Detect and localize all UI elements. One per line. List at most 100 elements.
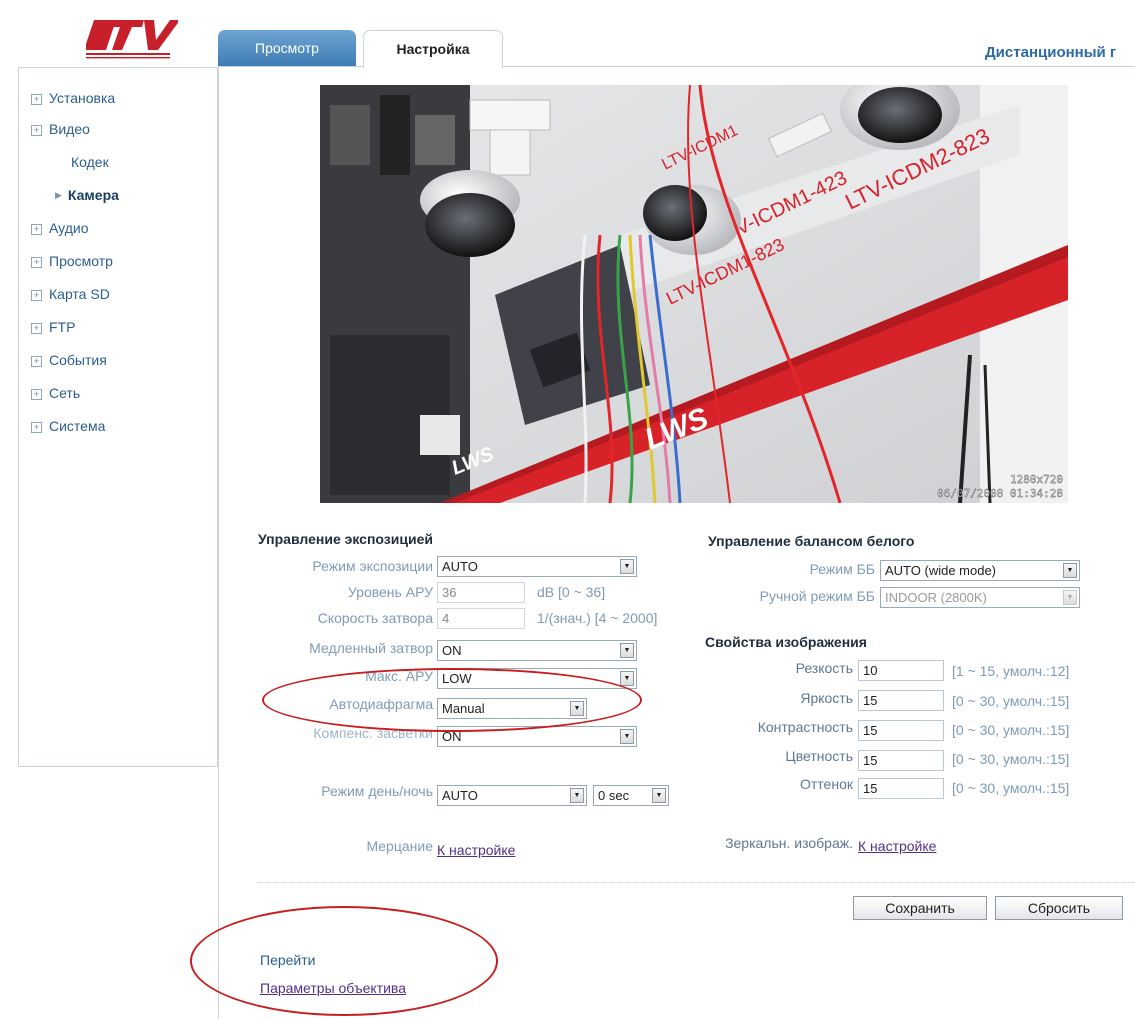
expand-icon: + [31, 94, 42, 105]
mirror-settings-link[interactable]: К настройке [858, 838, 936, 854]
flicker-label: Мерцание [366, 838, 433, 854]
select-value: AUTO (wide mode) [885, 563, 997, 578]
save-button[interactable]: Сохранить [853, 896, 987, 920]
saturation-hint: [0 ~ 30, умолч.:15] [952, 751, 1070, 767]
exposure-title: Управление экспозицией [258, 531, 433, 547]
sidebar-item-network[interactable]: + Сеть [31, 385, 80, 401]
shutter-speed-label: Скорость затвора [317, 610, 433, 626]
contrast-input[interactable]: 15 [858, 720, 944, 741]
slow-shutter-select[interactable]: ON ▼ [437, 640, 637, 661]
daynight-delay-select[interactable]: 0 sec ▼ [593, 785, 669, 806]
image-props-title: Свойства изображения [705, 634, 867, 650]
saturation-input[interactable]: 15 [858, 750, 944, 771]
sidebar-item-label: Установка [49, 90, 116, 106]
chevron-down-icon: ▼ [1063, 563, 1077, 578]
section-divider [256, 882, 1135, 883]
sidebar: + Установка + Видео Кодек ▶ Камера + Аудио +… [18, 67, 218, 767]
tab-nastroika[interactable]: Настройка [363, 30, 503, 69]
chevron-down-icon: ▼ [652, 788, 666, 803]
sidebar-item-system[interactable]: + Система [31, 418, 105, 434]
brightness-hint: [0 ~ 30, умолч.:15] [952, 693, 1070, 709]
hue-hint: [0 ~ 30, умолч.:15] [952, 780, 1070, 796]
saturation-label: Цветность [785, 748, 853, 764]
shutter-speed-input[interactable]: 4 [437, 608, 525, 629]
agc-level-hint: dB [0 ~ 36] [537, 584, 606, 600]
sidebar-item-sd-card[interactable]: + Карта SD [31, 286, 110, 302]
chevron-down-icon: ▼ [620, 729, 634, 744]
expand-icon: + [31, 257, 42, 268]
annotation-oval-lens [190, 906, 498, 1016]
chevron-down-icon: ▼ [570, 788, 584, 803]
exposure-mode-label: Режим экспозиции [312, 558, 433, 574]
camera-scene: LTV-ICDM1-423 LTV-ICDM2-823 LTV-ICDM1-82… [320, 85, 1068, 503]
chevron-down-icon: ▼ [1063, 590, 1077, 605]
sidebar-item-label: Видео [49, 121, 90, 137]
sidebar-item-label: Система [49, 418, 106, 434]
hue-label: Оттенок [800, 776, 853, 792]
daynight-label: Режим день/ночь [321, 783, 433, 799]
agc-level-label: Уровень АРУ [347, 584, 433, 600]
sidebar-item-audio[interactable]: + Аудио [31, 220, 89, 236]
expand-icon: + [31, 323, 42, 334]
hue-input[interactable]: 15 [858, 778, 944, 799]
daynight-select[interactable]: AUTO ▼ [437, 785, 587, 806]
wb-mode-label: Режим ББ [809, 561, 875, 577]
chevron-down-icon: ▼ [620, 671, 634, 686]
camera-preview-image: LTV-ICDM1-423 LTV-ICDM2-823 LTV-ICDM1-82… [320, 85, 1068, 503]
sidebar-item-ustanovka[interactable]: + Установка [31, 90, 115, 106]
select-value: AUTO [442, 788, 478, 803]
reset-button[interactable]: Сбросить [995, 896, 1123, 920]
wb-manual-label: Ручной режим ББ [759, 588, 875, 604]
agc-level-input[interactable]: 36 [437, 582, 525, 603]
sharpness-input[interactable]: 10 [858, 660, 944, 681]
expand-icon: + [31, 389, 42, 400]
slow-shutter-label: Медленный затвор [309, 640, 433, 656]
sidebar-item-kamera[interactable]: ▶ Камера [55, 187, 119, 203]
expand-icon: + [31, 290, 42, 301]
sidebar-item-ftp[interactable]: + FTP [31, 319, 75, 335]
sidebar-item-label: Карта SD [49, 286, 110, 302]
sidebar-item-label: Просмотр [49, 253, 113, 269]
chevron-down-icon: ▼ [620, 643, 634, 658]
brightness-input[interactable]: 15 [858, 690, 944, 711]
sidebar-item-label: Аудио [49, 220, 89, 236]
annotation-oval-iris [262, 668, 642, 732]
sidebar-item-label: Сеть [49, 385, 81, 401]
flicker-settings-link[interactable]: К настройке [437, 842, 515, 858]
sidebar-item-label: FTP [49, 319, 76, 335]
white-balance-title: Управление балансом белого [708, 533, 915, 549]
select-value: ON [442, 643, 462, 658]
sidebar-item-label: События [49, 352, 107, 368]
contrast-label: Контрастность [757, 719, 853, 735]
expand-icon: + [31, 125, 42, 136]
sidebar-item-label: Камера [67, 187, 119, 203]
chevron-down-icon: ▼ [620, 559, 634, 574]
shutter-speed-hint: 1/(знач.) [4 ~ 2000] [537, 610, 658, 626]
tab-prosmotr[interactable]: Просмотр [218, 30, 356, 66]
exposure-mode-select[interactable]: AUTO ▼ [437, 556, 637, 577]
tab-bar-line [218, 66, 1135, 67]
mirror-label: Зеркальн. изображ. [725, 835, 853, 851]
select-value: AUTO [442, 559, 478, 574]
osd-timestamp: 06/07/2008 01:34:28 [937, 487, 1063, 500]
osd-resolution: 1280x720 [1010, 473, 1063, 486]
contrast-hint: [0 ~ 30, умолч.:15] [952, 722, 1070, 738]
remote-title: Дистанционный г [985, 44, 1117, 61]
content-border [218, 67, 219, 1019]
arrow-right-icon: ▶ [55, 190, 62, 200]
expand-icon: + [31, 356, 42, 367]
sidebar-item-video[interactable]: + Видео [31, 121, 90, 137]
ltv-logo [86, 20, 178, 59]
wb-mode-select[interactable]: AUTO (wide mode) ▼ [880, 560, 1080, 581]
wb-manual-select[interactable]: INDOOR (2800K) ▼ [880, 587, 1080, 608]
select-value: INDOOR (2800K) [885, 590, 987, 605]
sharpness-hint: [1 ~ 15, умолч.:12] [952, 663, 1070, 679]
sidebar-item-events[interactable]: + События [31, 352, 107, 368]
brightness-label: Яркость [800, 690, 853, 706]
sharpness-label: Резкость [795, 660, 853, 676]
sidebar-item-prosmotr[interactable]: + Просмотр [31, 253, 113, 269]
select-value: 0 sec [598, 788, 630, 803]
expand-icon: + [31, 422, 42, 433]
sidebar-item-kodek[interactable]: Кодек [71, 154, 109, 170]
expand-icon: + [31, 224, 42, 235]
